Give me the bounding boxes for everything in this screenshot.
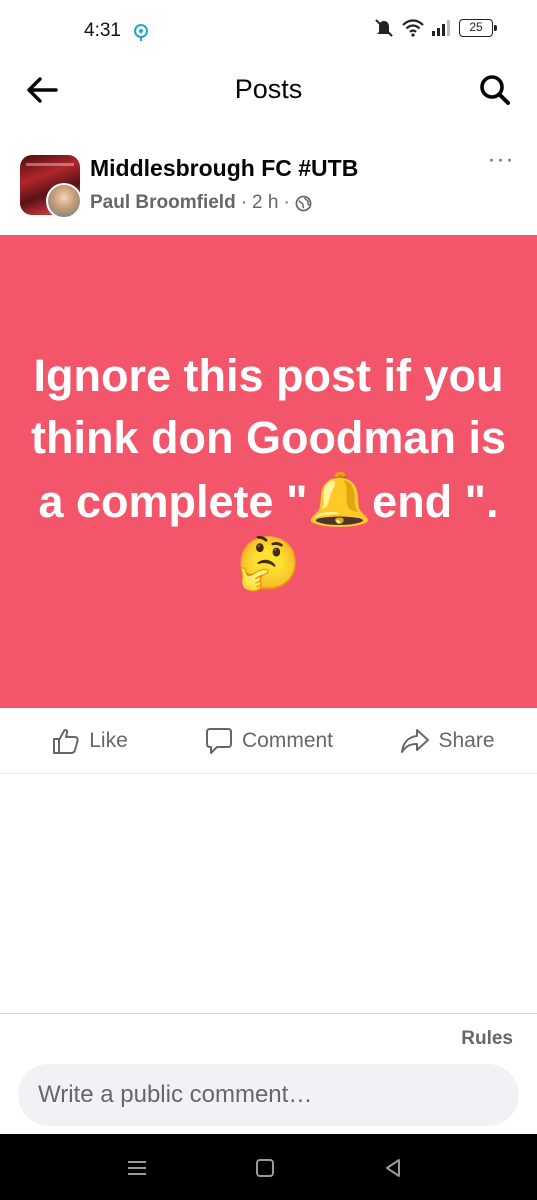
location-icon: [134, 24, 148, 41]
status-bar: 4:31 25: [0, 0, 537, 62]
globe-icon: [295, 195, 312, 211]
post-actions: Like Comment Share: [0, 708, 537, 774]
author-avatar[interactable]: [46, 183, 82, 219]
composer-divider: [0, 1013, 537, 1014]
post-time[interactable]: 2 h: [252, 192, 278, 214]
more-options-icon[interactable]: ···: [481, 148, 521, 180]
group-name-link[interactable]: Middlesbrough FC #UTB: [90, 155, 358, 182]
post-avatars[interactable]: [20, 155, 82, 219]
meta-separator: ·: [240, 192, 248, 213]
back-triangle-icon[interactable]: [379, 1154, 407, 1182]
page-title: Posts: [234, 74, 303, 104]
meta-separator-2: ·: [283, 192, 290, 213]
speech-bubble-icon: [205, 727, 232, 754]
post-text: Ignore this post if you think don Goodma…: [29, 345, 509, 597]
post-text-end: end ".: [372, 475, 499, 527]
comment-label: Comment: [241, 728, 334, 752]
comment-button[interactable]: Comment: [179, 726, 358, 756]
share-label: Share: [438, 728, 495, 752]
share-arrow-icon: [401, 728, 430, 753]
status-icons: 25: [373, 18, 497, 38]
post-meta: Paul Broomfield · 2 h ·: [90, 192, 312, 214]
search-icon[interactable]: [475, 70, 515, 110]
recents-menu-icon[interactable]: [123, 1154, 151, 1182]
top-app-bar: Posts: [0, 62, 537, 118]
rules-link[interactable]: Rules: [461, 1028, 513, 1050]
home-button-icon[interactable]: [251, 1154, 279, 1182]
battery-indicator: 25: [459, 19, 497, 37]
system-nav-bar: [0, 1134, 537, 1200]
bell-emoji: 🔔: [307, 469, 373, 530]
like-label: Like: [89, 728, 128, 752]
mute-bell-icon: [375, 19, 393, 37]
comment-input[interactable]: Write a public comment…: [18, 1064, 519, 1126]
like-button[interactable]: Like: [0, 726, 179, 756]
author-name-link[interactable]: Paul Broomfield: [90, 192, 236, 214]
status-time: 4:31: [84, 20, 121, 41]
post-header: Middlesbrough FC #UTB Paul Broomfield · …: [0, 148, 537, 222]
post-body: Ignore this post if you think don Goodma…: [0, 235, 537, 708]
signal-icon: [432, 20, 450, 36]
thinking-emoji: 🤔: [236, 533, 301, 594]
wifi-icon: [402, 19, 424, 37]
share-button[interactable]: Share: [358, 726, 537, 756]
thumbs-up-icon: [53, 728, 79, 754]
